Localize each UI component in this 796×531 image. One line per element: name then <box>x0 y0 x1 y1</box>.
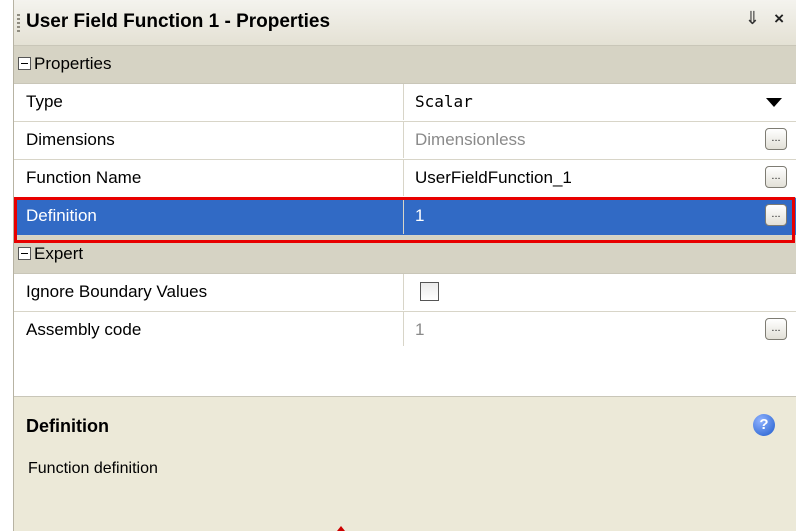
category-label: Expert <box>34 244 84 263</box>
property-row-definition[interactable]: Definition 1 ... <box>14 198 796 236</box>
ignore-boundary-checkbox[interactable] <box>420 282 439 301</box>
pin-icon[interactable]: ⇓ <box>745 8 760 29</box>
function-name-field[interactable]: UserFieldFunction_1 <box>405 160 796 196</box>
property-name: Definition <box>14 198 404 234</box>
property-row-function-name[interactable]: Function Name UserFieldFunction_1 ... <box>14 160 796 198</box>
property-name: Ignore Boundary Values <box>14 274 404 310</box>
close-icon[interactable]: × <box>774 9 784 29</box>
help-icon[interactable]: ? <box>753 414 775 436</box>
chevron-down-icon[interactable] <box>766 98 782 107</box>
property-row-type[interactable]: Type Scalar <box>14 84 796 122</box>
assembly-code-value: 1 <box>415 320 425 339</box>
property-grid: Properties Type Scalar Dimensions Dimens… <box>14 46 796 350</box>
type-dropdown[interactable]: Scalar <box>405 84 796 120</box>
collapse-icon[interactable] <box>18 57 31 70</box>
category-properties[interactable]: Properties <box>14 46 796 84</box>
property-row-ignore-boundary[interactable]: Ignore Boundary Values <box>14 274 796 312</box>
property-name: Type <box>14 84 404 120</box>
property-name: Dimensions <box>14 122 404 158</box>
ellipsis-button[interactable]: ... <box>765 318 787 340</box>
dimensions-value: Dimensionless <box>415 130 526 149</box>
drag-grip-icon[interactable] <box>17 14 20 32</box>
definition-field[interactable]: 1 <box>405 198 796 234</box>
property-row-dimensions[interactable]: Dimensions Dimensionless ... <box>14 122 796 160</box>
property-value-cell <box>405 274 796 310</box>
ellipsis-button[interactable]: ... <box>765 128 787 150</box>
category-expert[interactable]: Expert <box>14 236 796 274</box>
panel-title: User Field Function 1 - Properties <box>26 11 331 32</box>
properties-panel: User Field Function 1 - Properties ⇓ × P… <box>13 0 796 531</box>
panel-titlebar[interactable]: User Field Function 1 - Properties ⇓ × <box>14 0 796 46</box>
help-pane: Definition ? Function definition <box>14 397 796 531</box>
help-description: Function definition <box>28 460 158 477</box>
help-title: Definition <box>26 416 109 436</box>
property-row-assembly-code[interactable]: Assembly code 1 ... <box>14 312 796 350</box>
collapse-icon[interactable] <box>18 247 31 260</box>
marker-icon <box>337 526 345 531</box>
ellipsis-button[interactable]: ... <box>765 204 787 226</box>
property-name: Assembly code <box>14 312 404 348</box>
ellipsis-button[interactable]: ... <box>765 166 787 188</box>
property-name: Function Name <box>14 160 404 196</box>
category-label: Properties <box>34 54 112 73</box>
grid-empty-area <box>14 346 796 397</box>
